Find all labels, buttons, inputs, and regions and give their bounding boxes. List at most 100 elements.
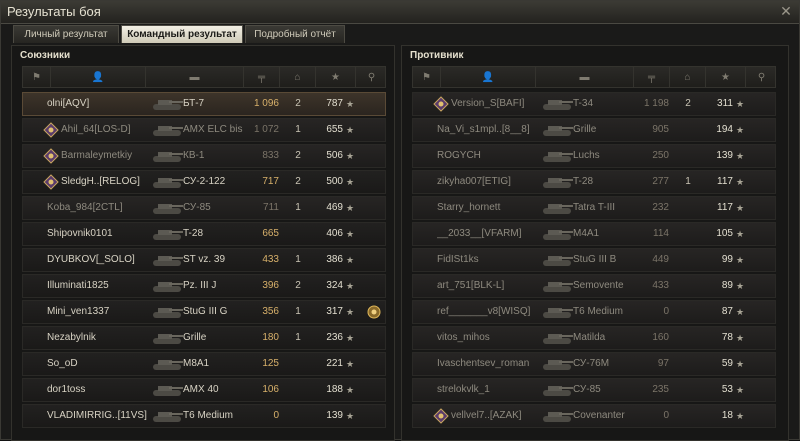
table-row[interactable]: vitos_mihos Matilda 160 78 ★: [412, 326, 776, 350]
player-name[interactable]: Version_S[BAFI]: [451, 93, 551, 115]
close-icon[interactable]: ✕: [779, 4, 793, 18]
tab-personal[interactable]: Личный результат: [13, 25, 119, 43]
xp-star-icon[interactable]: ★: [706, 67, 746, 87]
player-icon[interactable]: 👤: [51, 67, 146, 87]
table-row[interactable]: SledgH..[RELOG] СУ-2-122 717 2 500 ★: [22, 170, 386, 194]
table-row[interactable]: zikyha007[ETIG] T-28 277 1 117 ★: [412, 170, 776, 194]
player-name[interactable]: zikyha007[ETIG]: [437, 171, 537, 193]
table-row[interactable]: VLADIMIRRIG..[11VS] T6 Medium 0 139 ★: [22, 404, 386, 428]
xp-value: 506: [326, 150, 343, 161]
player-icon[interactable]: 👤: [441, 67, 536, 87]
table-row[interactable]: ROGYCH Luchs 250 139 ★: [412, 144, 776, 168]
player-name[interactable]: Ahil_64[LOS-D]: [61, 119, 161, 141]
tank-image: [541, 277, 575, 295]
table-row[interactable]: vellvel7..[AZAK] Covenanter 0 18 ★: [412, 404, 776, 428]
squad-icon[interactable]: ⚑: [23, 67, 51, 87]
player-name[interactable]: DYUBKOV[_SOLO]: [47, 249, 147, 271]
damage-value: 665: [262, 228, 279, 239]
kills-value: 2: [685, 98, 691, 109]
xp-star-icon[interactable]: ★: [316, 67, 356, 87]
player-name[interactable]: Koba_984[2CTL]: [47, 197, 147, 219]
table-row[interactable]: Ivaschentsev_roman СУ-76М 97 59 ★: [412, 352, 776, 376]
table-row[interactable]: Illuminati1825 Pz. III J 396 2 324 ★: [22, 274, 386, 298]
allies-title: Союзники: [20, 50, 71, 61]
table-row[interactable]: ref_______v8[WISQ] T6 Medium 0 87 ★: [412, 300, 776, 324]
kills-value: [281, 379, 315, 401]
kills-icon[interactable]: ⌂: [280, 67, 316, 87]
star-icon: ★: [736, 411, 745, 421]
damage-value: 1 198: [643, 98, 669, 109]
title-bar[interactable]: Результаты боя ✕: [1, 1, 799, 24]
player-name[interactable]: art_751[BLK-L]: [437, 275, 537, 297]
table-row[interactable]: DYUBKOV[_SOLO] ST vz. 39 433 1 386 ★: [22, 248, 386, 272]
star-icon: ★: [346, 281, 355, 291]
table-row[interactable]: Shipovnik0101 T-28 665 406 ★: [22, 222, 386, 246]
table-row[interactable]: strelokvlk_1 СУ-85 235 53 ★: [412, 378, 776, 402]
star-icon: ★: [736, 255, 745, 265]
tank-name: M4A1: [573, 228, 600, 239]
damage-icon[interactable]: ╤: [244, 67, 280, 87]
medal-icon[interactable]: ⚲: [746, 67, 777, 87]
player-name[interactable]: ROGYCH: [437, 145, 537, 167]
table-row[interactable]: FidISt1ks StuG III B 449 99 ★: [412, 248, 776, 272]
xp-value: 500: [326, 176, 343, 187]
table-row[interactable]: art_751[BLK-L] Semovente 433 89 ★: [412, 274, 776, 298]
player-name[interactable]: ref_______v8[WISQ]: [437, 301, 537, 323]
table-row[interactable]: So_oD M8A1 125 221 ★: [22, 352, 386, 376]
player-name[interactable]: Ivaschentsev_roman: [437, 353, 537, 375]
medal-icon[interactable]: ⚲: [356, 67, 387, 87]
damage-value: 905: [652, 124, 669, 135]
squad-icon[interactable]: ⚑: [413, 67, 441, 87]
table-row[interactable]: __2033__[VFARM] M4A1 114 105 ★: [412, 222, 776, 246]
table-row[interactable]: dor1toss AMX 40 106 188 ★: [22, 378, 386, 402]
player-name[interactable]: VLADIMIRRIG..[11VS]: [47, 405, 147, 427]
player-name[interactable]: __2033__[VFARM]: [437, 223, 537, 245]
player-name[interactable]: SledgH..[RELOG]: [61, 171, 161, 193]
table-row[interactable]: Na_Vi_s1mpl..[8__8] Grille 905 194 ★: [412, 118, 776, 142]
player-name[interactable]: strelokvlk_1: [437, 379, 537, 401]
tank-name: T6 Medium: [573, 306, 624, 317]
table-row[interactable]: olni[AQV] БТ-7 1 096 2 787 ★: [22, 92, 386, 116]
player-name[interactable]: Illuminati1825: [47, 275, 147, 297]
clan-emblem-icon: [43, 122, 59, 138]
table-row[interactable]: Barmaleymetkiy КВ-1 833 2 506 ★: [22, 144, 386, 168]
player-name[interactable]: Na_Vi_s1mpl..[8__8]: [437, 119, 537, 141]
xp-value: 787: [326, 98, 343, 109]
tank-icon[interactable]: ▬: [536, 67, 634, 87]
damage-value: 0: [663, 306, 669, 317]
damage-value: 717: [262, 176, 279, 187]
xp-value: 139: [326, 410, 343, 421]
tank-name: T6 Medium: [183, 410, 234, 421]
table-row[interactable]: Starry_hornett Tatra T-III 232 117 ★: [412, 196, 776, 220]
star-icon: ★: [736, 229, 745, 239]
player-name[interactable]: Mini_ven1337: [47, 301, 147, 323]
xp-value: 117: [717, 176, 733, 187]
player-name[interactable]: FidISt1ks: [437, 249, 537, 271]
kills-value: 1: [685, 176, 691, 187]
player-name[interactable]: dor1toss: [47, 379, 147, 401]
table-row[interactable]: Ahil_64[LOS-D] AMX ELC bis 1 072 1 655 ★: [22, 118, 386, 142]
player-name[interactable]: olni[AQV]: [47, 93, 147, 115]
table-row[interactable]: Nezabylnik Grille 180 1 236 ★: [22, 326, 386, 350]
player-name[interactable]: So_oD: [47, 353, 147, 375]
star-icon: ★: [346, 385, 355, 395]
player-name[interactable]: Barmaleymetkiy: [61, 145, 161, 167]
player-name[interactable]: vellvel7..[AZAK]: [451, 405, 551, 427]
medal-icon[interactable]: [366, 304, 382, 320]
player-name[interactable]: vitos_mihos: [437, 327, 537, 349]
table-row[interactable]: Mini_ven1337 StuG III G 356 1 317 ★: [22, 300, 386, 324]
tab-detailed[interactable]: Подробный отчёт: [245, 25, 345, 43]
damage-icon[interactable]: ╤: [634, 67, 670, 87]
tank-icon[interactable]: ▬: [146, 67, 244, 87]
player-name[interactable]: Shipovnik0101: [47, 223, 147, 245]
tank-image: [151, 277, 185, 295]
kills-icon[interactable]: ⌂: [670, 67, 706, 87]
kills-value: 2: [295, 150, 301, 161]
player-name[interactable]: Starry_hornett: [437, 197, 537, 219]
tab-team[interactable]: Командный результат: [121, 25, 243, 43]
player-name[interactable]: Nezabylnik: [47, 327, 147, 349]
xp-value: 139: [716, 150, 733, 161]
table-row[interactable]: Version_S[BAFI] T-34 1 198 2 311 ★: [412, 92, 776, 116]
tank-name: Covenanter: [573, 410, 625, 421]
table-row[interactable]: Koba_984[2CTL] СУ-85 711 1 469 ★: [22, 196, 386, 220]
